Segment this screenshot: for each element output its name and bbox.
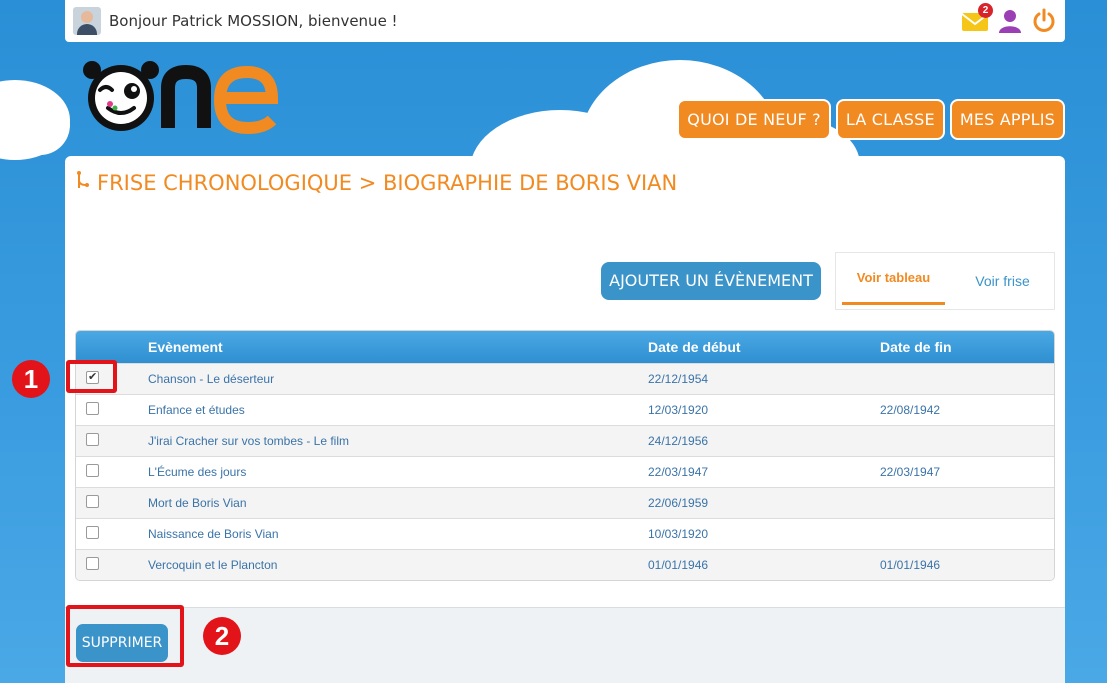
nav-la-classe-button[interactable]: LA CLASSE [835, 99, 945, 140]
avatar[interactable] [73, 7, 101, 35]
nav-quoi-de-neuf-button[interactable]: QUOI DE NEUF ? [677, 99, 831, 140]
table-row[interactable]: Chanson - Le déserteur22/12/1954 [76, 363, 1054, 394]
row-checkbox-cell [76, 495, 148, 511]
greeting-text: Bonjour Patrick MOSSION, bienvenue ! [109, 12, 398, 30]
event-name[interactable]: Chanson - Le déserteur [148, 372, 648, 386]
event-name[interactable]: L'Écume des jours [148, 465, 648, 479]
row-checkbox-cell [76, 526, 148, 542]
row-checkbox[interactable] [86, 557, 99, 570]
event-name[interactable]: Vercoquin et le Plancton [148, 558, 648, 572]
timeline-icon [75, 170, 91, 195]
nav-mes-applis-button[interactable]: MES APPLIS [949, 99, 1065, 140]
event-start-date: 22/03/1947 [648, 465, 709, 479]
table-row[interactable]: Vercoquin et le Plancton 01/01/1946 01/01/… [76, 549, 1054, 580]
top-icons: 2 [961, 3, 1057, 34]
top-bar: Bonjour Patrick MOSSION, bienvenue ! 2 [65, 0, 1065, 42]
event-name[interactable]: Mort de Boris Vian [148, 496, 648, 510]
event-start-date: 01/01/1946 [648, 558, 709, 572]
table-row[interactable]: J'irai Cracher sur vos tombes - Le film 2… [76, 425, 1054, 456]
main-nav: QUOI DE NEUF ? LA CLASSE MES APPLIS [677, 99, 1065, 140]
event-name[interactable]: Enfance et études [148, 403, 648, 417]
annotation-box-1 [66, 360, 117, 393]
page-title: FRISE CHRONOLOGIQUE > BIOGRAPHIE DE BORI… [75, 170, 677, 195]
page-title-text: FRISE CHRONOLOGIQUE > BIOGRAPHIE DE BORI… [97, 170, 678, 195]
table-row[interactable]: Enfance et études 12/03/1920 22/08/1942 [76, 394, 1054, 425]
event-start-date: 12/03/1920 [648, 403, 709, 417]
tab-voir-frise[interactable]: Voir frise [951, 253, 1054, 309]
event-name[interactable]: J'irai Cracher sur vos tombes - Le film [148, 434, 648, 448]
header-start-date[interactable]: Date de début [648, 339, 880, 355]
table-header: Evènement Date de début Date de fin [76, 331, 1054, 363]
power-icon[interactable] [1031, 8, 1057, 34]
view-tabs: Voir tableau Voir frise [835, 252, 1055, 310]
row-checkbox[interactable] [86, 464, 99, 477]
user-icon[interactable] [997, 8, 1023, 34]
annotation-marker-1: 1 [12, 360, 50, 398]
row-checkbox-cell [76, 557, 148, 573]
table-row[interactable]: L'Écume des jours 22/03/1947 22/03/1947 [76, 456, 1054, 487]
events-table: Evènement Date de début Date de fin Chan… [75, 330, 1055, 581]
event-end-date: 01/01/1946 [880, 558, 941, 572]
table-body: Chanson - Le déserteur22/12/1954Enfance … [76, 363, 1054, 580]
event-end-date: 22/03/1947 [880, 465, 941, 479]
row-checkbox-cell [76, 402, 148, 418]
event-start-date: 10/03/1920 [648, 527, 709, 541]
mail-icon[interactable]: 2 [961, 3, 993, 32]
row-checkbox[interactable] [86, 495, 99, 508]
cloud-left-2 [10, 95, 70, 155]
tab-voir-tableau[interactable]: Voir tableau [842, 253, 945, 305]
main-panel: FRISE CHRONOLOGIQUE > BIOGRAPHIE DE BORI… [65, 156, 1065, 683]
row-checkbox[interactable] [86, 526, 99, 539]
header-event[interactable]: Evènement [148, 339, 648, 355]
mail-badge: 2 [978, 3, 993, 18]
event-end-date: 22/08/1942 [880, 403, 941, 417]
one-logo[interactable] [82, 58, 282, 139]
row-checkbox[interactable] [86, 433, 99, 446]
event-start-date: 24/12/1956 [648, 434, 709, 448]
event-start-date: 22/06/1959 [648, 496, 709, 510]
add-event-button[interactable]: AJOUTER UN ÉVÈNEMENT [601, 262, 821, 300]
header-end-date[interactable]: Date de fin [880, 339, 1050, 355]
event-start-date: 22/12/1954 [648, 372, 709, 386]
event-name[interactable]: Naissance de Boris Vian [148, 527, 648, 541]
table-row[interactable]: Naissance de Boris Vian 10/03/1920 [76, 518, 1054, 549]
table-row[interactable]: Mort de Boris Vian 22/06/1959 [76, 487, 1054, 518]
annotation-marker-2: 2 [203, 617, 241, 655]
row-checkbox[interactable] [86, 402, 99, 415]
row-checkbox-cell [76, 464, 148, 480]
row-checkbox-cell [76, 433, 148, 449]
annotation-box-2 [66, 605, 184, 667]
